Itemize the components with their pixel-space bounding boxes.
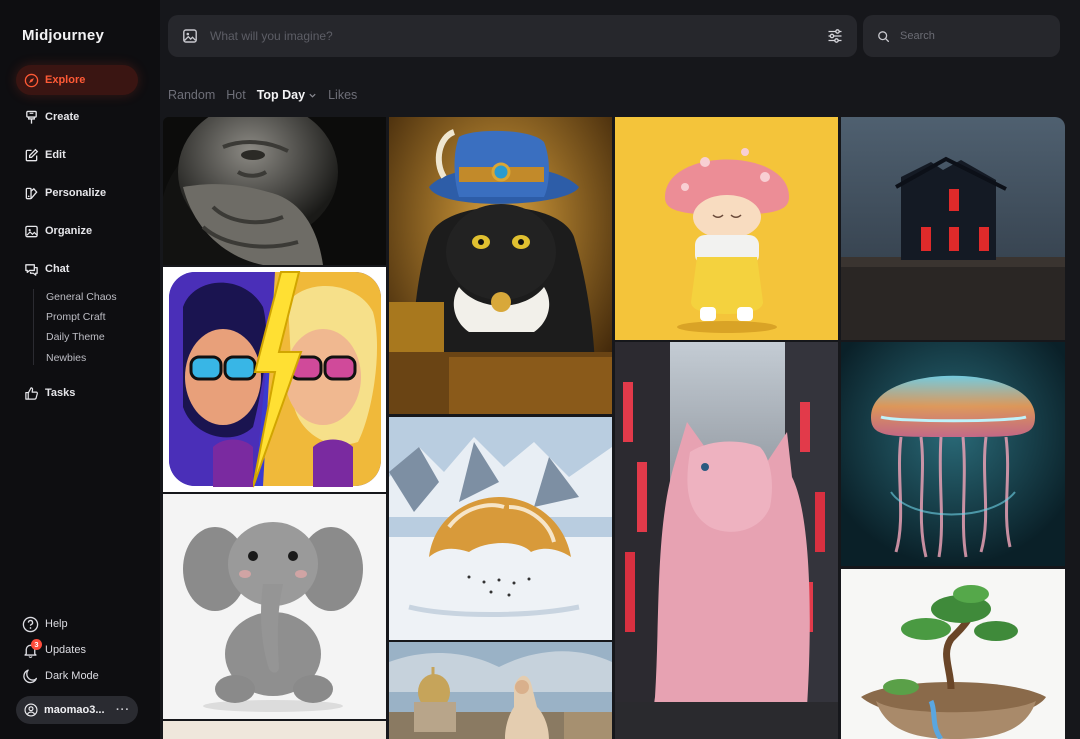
nav-personalize[interactable]: Personalize — [16, 178, 138, 208]
gallery-image-elephant[interactable] — [163, 494, 386, 719]
pink-cat-city-image — [615, 342, 838, 739]
help-icon — [22, 616, 39, 632]
gallery-image-cathedral-woman[interactable] — [389, 642, 612, 739]
sidebar: Midjourney Explore Create Edit Personali… — [0, 0, 160, 739]
updates-icon-wrap: 3 — [22, 638, 42, 659]
settings-sliders-icon[interactable] — [827, 28, 843, 44]
search-bar — [863, 15, 1060, 57]
chat-rooms-divider — [33, 289, 34, 365]
mushroom-toy-image — [615, 117, 838, 340]
cat-hat-image — [389, 117, 612, 414]
nav-tasks[interactable]: Tasks — [16, 378, 138, 408]
help-label: Help — [45, 618, 68, 630]
chat-room-general-chaos[interactable]: General Chaos — [46, 291, 117, 303]
prompt-bar — [168, 15, 857, 57]
brand-logo[interactable]: Midjourney — [22, 27, 104, 44]
statue-image — [163, 117, 386, 265]
lightning-girls-image — [163, 267, 386, 492]
chevron-down-icon — [309, 93, 316, 98]
gallery-image-dark-house[interactable] — [841, 117, 1065, 340]
dark-house-image — [841, 117, 1065, 340]
updates-badge: 3 — [31, 638, 42, 650]
elephant-image — [163, 494, 386, 719]
nav-edit[interactable]: Edit — [16, 140, 138, 170]
gallery-image-jellyfish[interactable] — [841, 342, 1065, 566]
gallery-image-pink-cat-city[interactable] — [615, 342, 838, 739]
brush-icon — [26, 110, 37, 124]
prompt-input[interactable] — [208, 28, 817, 44]
chat-icon — [25, 263, 38, 276]
palette-icon — [25, 187, 38, 199]
tab-top-day-label: Top Day — [256, 88, 306, 102]
more-options-button[interactable]: ··· — [116, 704, 130, 716]
chat-room-prompt-craft[interactable]: Prompt Craft — [46, 311, 106, 323]
nav-create-label: Create — [45, 111, 80, 123]
tab-hot[interactable]: Hot — [226, 88, 245, 102]
gallery-image-partial-col1[interactable] — [163, 721, 386, 739]
edit-icon — [25, 148, 39, 161]
chat-room-daily-theme[interactable]: Daily Theme — [46, 331, 105, 343]
updates-label: Updates — [45, 644, 86, 656]
image-icon[interactable] — [182, 28, 198, 44]
nav-personalize-label: Personalize — [45, 187, 107, 199]
gallery-image-lightning-girls[interactable] — [163, 267, 386, 492]
help-link[interactable]: Help — [22, 614, 68, 634]
cathedral-woman-image — [389, 642, 612, 739]
nav-organize-label: Organize — [45, 225, 93, 237]
image-folder-icon — [25, 225, 38, 237]
image-gallery — [163, 117, 1065, 739]
tab-top-day[interactable]: Top Day — [257, 88, 317, 102]
compass-icon — [24, 73, 39, 87]
feed-filter-tabs: Random Hot Top Day Likes — [168, 88, 357, 102]
gallery-image-croissant[interactable] — [389, 417, 612, 640]
moon-icon — [23, 668, 38, 683]
gallery-image-cat-hat[interactable] — [389, 117, 612, 414]
dark-mode-toggle[interactable]: Dark Mode — [22, 666, 99, 686]
tab-likes[interactable]: Likes — [328, 88, 357, 102]
chat-room-newbies[interactable]: Newbies — [46, 352, 86, 364]
gallery-image-bonsai[interactable] — [841, 569, 1065, 739]
nav-create[interactable]: Create — [16, 102, 138, 132]
search-input[interactable] — [898, 29, 1046, 43]
nav-tasks-label: Tasks — [45, 387, 76, 399]
updates-link[interactable]: 3 Updates — [22, 638, 86, 660]
nav-chat[interactable]: Chat — [16, 254, 138, 284]
nav-explore-label: Explore — [45, 74, 86, 86]
nav-organize[interactable]: Organize — [16, 216, 138, 246]
user-avatar-icon — [24, 703, 38, 717]
dark-mode-label: Dark Mode — [45, 670, 99, 682]
bonsai-image — [841, 569, 1065, 739]
tab-random[interactable]: Random — [168, 88, 215, 102]
gallery-image-mushroom-toy[interactable] — [615, 117, 838, 340]
user-account-chip[interactable]: maomao3... ··· — [16, 696, 138, 724]
thumbs-up-icon — [25, 386, 38, 400]
gallery-image-statue[interactable] — [163, 117, 386, 265]
nav-chat-label: Chat — [45, 263, 70, 275]
username: maomao3... — [44, 704, 105, 716]
jellyfish-image — [841, 342, 1065, 566]
croissant-image — [389, 417, 612, 640]
search-icon — [878, 30, 890, 42]
nav-edit-label: Edit — [45, 149, 66, 161]
nav-explore[interactable]: Explore — [16, 65, 138, 95]
